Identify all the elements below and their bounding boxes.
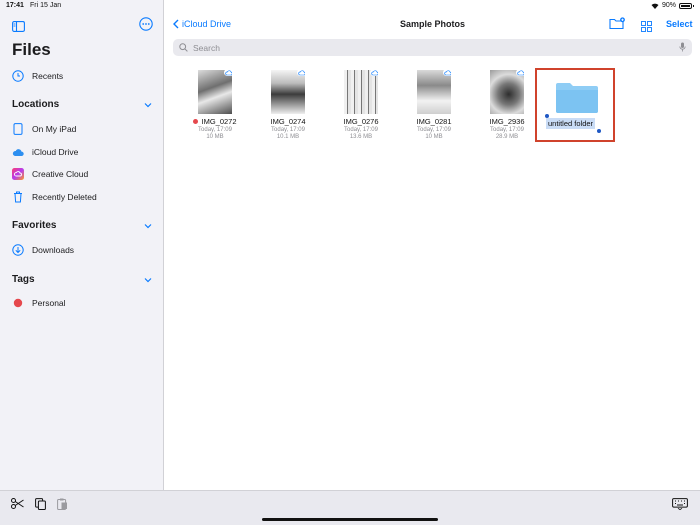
battery-icon <box>679 2 694 9</box>
clock-icon <box>12 70 24 82</box>
chevron-down-icon[interactable] <box>144 276 152 284</box>
file-browser: iCloud Drive Sample Photos Select Search… <box>165 0 700 490</box>
microphone-icon[interactable] <box>679 42 686 52</box>
file-name: IMG_0274 <box>270 117 306 126</box>
chevron-down-icon[interactable] <box>144 222 152 230</box>
file-item[interactable]: IMG_2936 Today, 17:09 28.9 MB <box>477 70 537 140</box>
search-field[interactable]: Search <box>173 39 692 56</box>
file-date: Today, 17:09 <box>198 127 232 133</box>
file-size: 28.9 MB <box>495 134 519 140</box>
bottom-toolbar <box>0 490 700 525</box>
file-name: IMG_0276 <box>343 117 379 126</box>
status-time: 17:41 <box>6 2 24 9</box>
sidebar-item-label: Downloads <box>32 245 75 255</box>
tag-color-dot-icon <box>12 297 24 309</box>
photo-thumbnail <box>417 70 451 114</box>
sidebar-title: Files <box>12 40 51 59</box>
sidebar-item-icloud-drive[interactable]: iCloud Drive <box>12 144 78 160</box>
search-placeholder: Search <box>193 42 220 53</box>
files-app: Files Recents Locations On My iPad iClou… <box>0 0 700 525</box>
select-button[interactable]: Select <box>666 19 693 29</box>
new-folder-item[interactable]: untitled folder <box>535 68 615 142</box>
tag-dot <box>193 119 199 124</box>
trash-icon <box>12 191 24 203</box>
home-indicator[interactable] <box>262 518 438 521</box>
file-name: IMG_0272 <box>201 117 237 126</box>
file-item[interactable]: IMG_0276 Today, 17:09 13.6 MB <box>331 70 391 140</box>
file-date: Today, 17:09 <box>271 127 305 133</box>
folder-icon <box>555 82 599 119</box>
chevron-down-icon[interactable] <box>144 101 152 109</box>
sidebar-item-label: Personal <box>32 298 66 308</box>
sidebar-toggle-icon[interactable] <box>12 19 25 37</box>
sidebar-item-recents[interactable]: Recents <box>12 68 63 84</box>
sidebar-item-label: Recents <box>32 71 64 81</box>
search-icon <box>179 43 188 52</box>
file-name: IMG_2936 <box>489 117 525 126</box>
sidebar: Files Recents Locations On My iPad iClou… <box>0 0 164 490</box>
folder-name-field[interactable]: untitled folder <box>546 118 596 129</box>
sidebar-item-recently-deleted[interactable]: Recently Deleted <box>12 189 97 205</box>
sidebar-item-label: Creative Cloud <box>32 169 89 179</box>
copy-icon[interactable] <box>35 498 46 510</box>
paste-icon[interactable] <box>57 498 68 510</box>
sidebar-item-tag-personal[interactable]: Personal <box>12 295 66 311</box>
wifi-icon <box>651 3 659 9</box>
cloud-download-icon <box>443 70 451 76</box>
file-size: 10.1 MB <box>276 134 300 140</box>
ipad-icon <box>12 123 24 135</box>
sidebar-item-creative-cloud[interactable]: Creative Cloud <box>12 166 88 182</box>
battery-percent: 90% <box>661 2 676 9</box>
new-folder-icon[interactable] <box>609 17 625 35</box>
tags-header[interactable]: Tags <box>12 274 35 285</box>
photo-thumbnail <box>198 70 232 114</box>
file-item[interactable]: IMG_0272 Today, 17:09 10 MB <box>185 70 245 140</box>
file-size: 10 MB <box>425 134 443 140</box>
sidebar-item-on-my-ipad[interactable]: On My iPad <box>12 121 76 137</box>
selection-handle-end[interactable] <box>597 129 601 133</box>
file-name: IMG_0281 <box>416 117 452 126</box>
keyboard-icon[interactable] <box>672 498 688 510</box>
creative-cloud-icon <box>12 168 24 180</box>
sidebar-item-label: On My iPad <box>32 124 77 134</box>
file-date: Today, 17:09 <box>490 127 524 133</box>
scissors-icon[interactable] <box>11 498 24 509</box>
cloud-download-icon <box>224 70 232 76</box>
icloud-icon <box>12 146 24 158</box>
file-item[interactable]: IMG_0281 Today, 17:09 10 MB <box>404 70 464 140</box>
more-options-icon[interactable] <box>139 17 153 36</box>
sidebar-item-downloads[interactable]: Downloads <box>12 242 74 258</box>
file-item[interactable]: IMG_0274 Today, 17:09 10.1 MB <box>258 70 318 140</box>
photo-thumbnail <box>271 70 305 114</box>
sidebar-item-label: Recently Deleted <box>32 192 97 202</box>
file-size: 13.6 MB <box>349 134 373 140</box>
photo-thumbnail <box>344 70 378 114</box>
cloud-download-icon <box>370 70 378 76</box>
file-date: Today, 17:09 <box>417 127 451 133</box>
locations-header[interactable]: Locations <box>12 99 59 110</box>
grid-view-icon[interactable] <box>641 19 652 37</box>
cloud-download-icon <box>516 70 524 76</box>
favorites-header[interactable]: Favorites <box>12 220 56 231</box>
status-date: Fri 15 Jan <box>30 2 62 9</box>
download-icon <box>12 244 24 256</box>
photo-thumbnail <box>490 70 524 114</box>
cloud-download-icon <box>297 70 305 76</box>
sidebar-item-label: iCloud Drive <box>32 147 79 157</box>
file-date: Today, 17:09 <box>344 127 378 133</box>
file-size: 10 MB <box>206 134 224 140</box>
status-bar: 17:41 Fri 15 Jan 90% <box>0 0 700 12</box>
